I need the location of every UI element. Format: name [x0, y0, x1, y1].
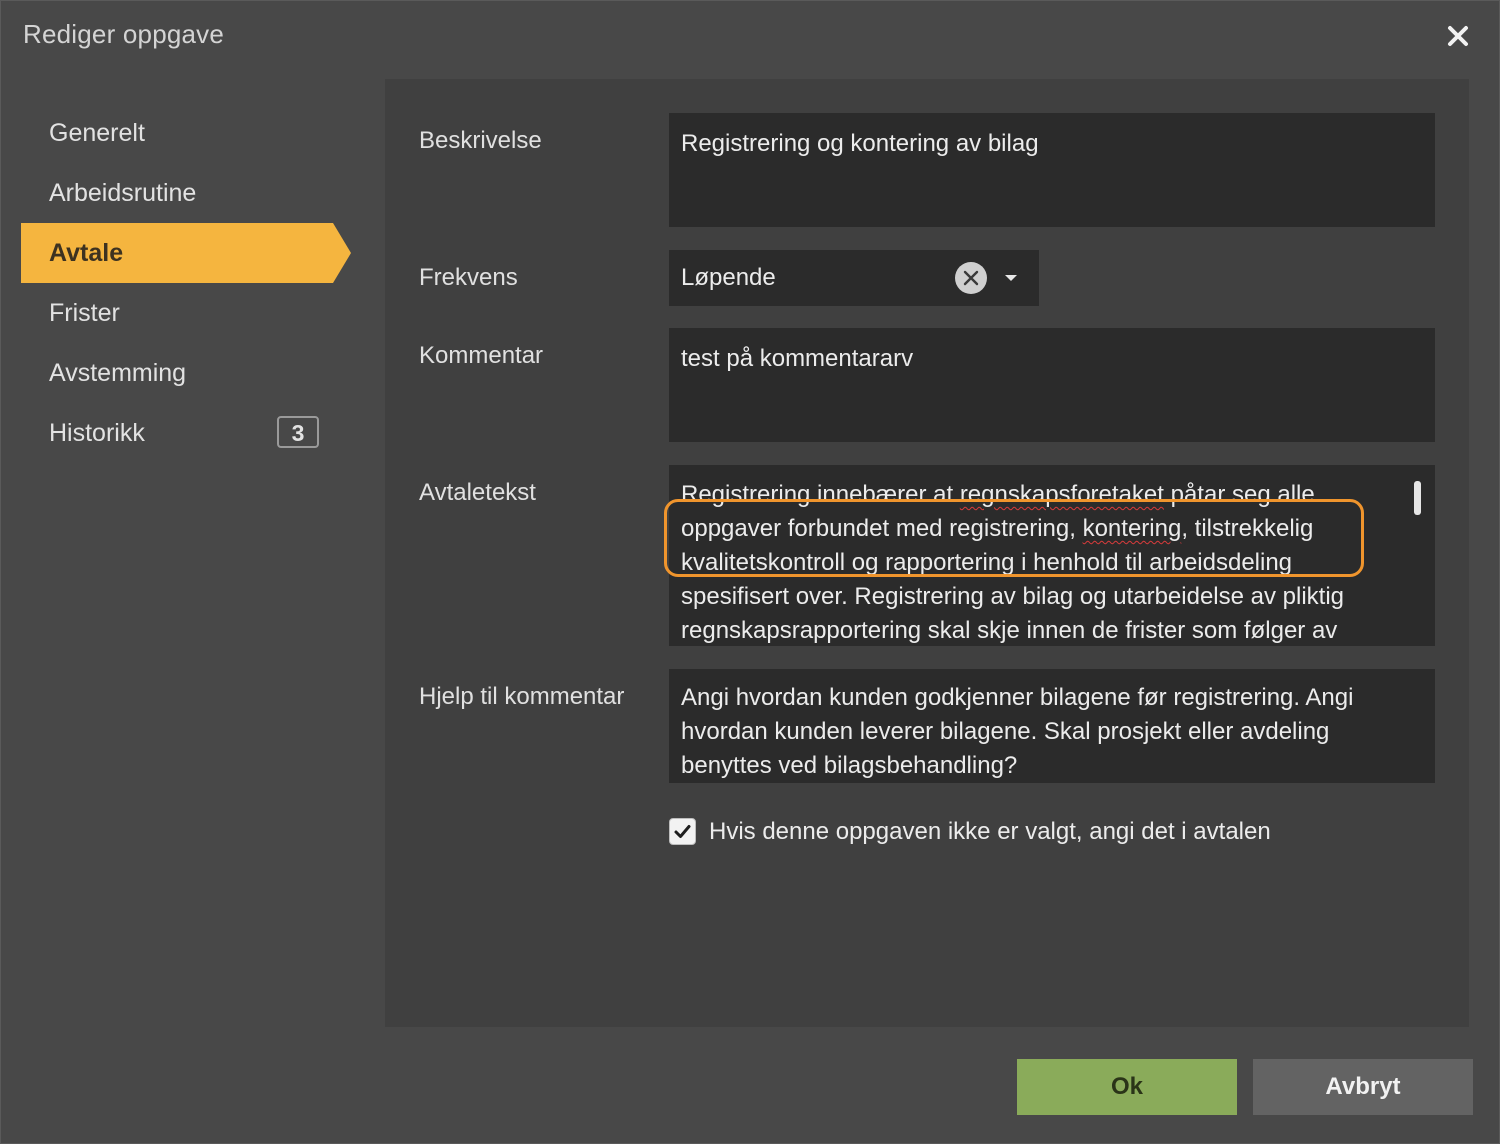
- sidebar-item-label: Historikk: [49, 419, 145, 447]
- hjelp-label: Hjelp til kommentar: [419, 683, 625, 710]
- dialog-title: Rediger oppgave: [23, 19, 225, 49]
- frekvens-value: Løpende: [681, 264, 776, 291]
- frekvens-label: Frekvens: [419, 264, 518, 291]
- sidebar-nav: Generelt Arbeidsrutine Avtale Frister Av…: [21, 103, 361, 463]
- form-panel: Beskrivelse Registrering og kontering av…: [385, 79, 1469, 1027]
- hjelp-field: Angi hvordan kunden godkjenner bilagene …: [669, 669, 1435, 783]
- sidebar-item-label: Arbeidsrutine: [49, 179, 197, 207]
- sidebar-item-historikk[interactable]: Historikk 3: [21, 403, 361, 463]
- sidebar-item-label: Generelt: [49, 119, 145, 147]
- edit-task-dialog: Rediger oppgave Generelt Arbeidsrutine A…: [0, 0, 1500, 1144]
- spellcheck-word: regnskapsforetaket: [959, 481, 1164, 508]
- kommentar-field[interactable]: test på kommentararv: [669, 328, 1435, 442]
- checkbox[interactable]: [669, 818, 696, 845]
- kommentar-label: Kommentar: [419, 342, 544, 369]
- spellcheck-word: kontering: [1082, 515, 1182, 542]
- chevron-down-icon[interactable]: [1005, 275, 1017, 281]
- cancel-button[interactable]: Avbryt: [1253, 1059, 1473, 1115]
- sidebar-item-avstemming[interactable]: Avstemming: [21, 343, 361, 403]
- sidebar-item-frister[interactable]: Frister: [21, 283, 361, 343]
- scrollbar-thumb[interactable]: [1414, 481, 1421, 515]
- close-icon[interactable]: [1443, 21, 1473, 51]
- avtaletekst-field[interactable]: Registrering innebærer at regnskapsforet…: [669, 465, 1435, 646]
- beskrivelse-field[interactable]: Registrering og kontering av bilag: [669, 113, 1435, 227]
- frekvens-select[interactable]: Løpende: [669, 250, 1039, 306]
- sidebar-item-label: Avstemming: [49, 359, 187, 387]
- beskrivelse-label: Beskrivelse: [419, 127, 542, 154]
- checkbox-label: Hvis denne oppgaven ikke er valgt, angi …: [709, 818, 1271, 845]
- avtaletekst-text-part: Registrering innebærer at: [681, 481, 960, 508]
- sidebar-item-label: Frister: [49, 299, 120, 327]
- sidebar-item-avtale[interactable]: Avtale: [21, 223, 351, 283]
- sidebar-item-label: Avtale: [49, 239, 124, 267]
- ok-button[interactable]: Ok: [1017, 1059, 1237, 1115]
- sidebar-item-arbeidsrutine[interactable]: Arbeidsrutine: [21, 163, 361, 223]
- clear-icon[interactable]: [955, 262, 987, 294]
- sidebar-item-generelt[interactable]: Generelt: [21, 103, 361, 163]
- history-count-badge: 3: [277, 416, 319, 448]
- avtaletekst-label: Avtaletekst: [419, 479, 536, 506]
